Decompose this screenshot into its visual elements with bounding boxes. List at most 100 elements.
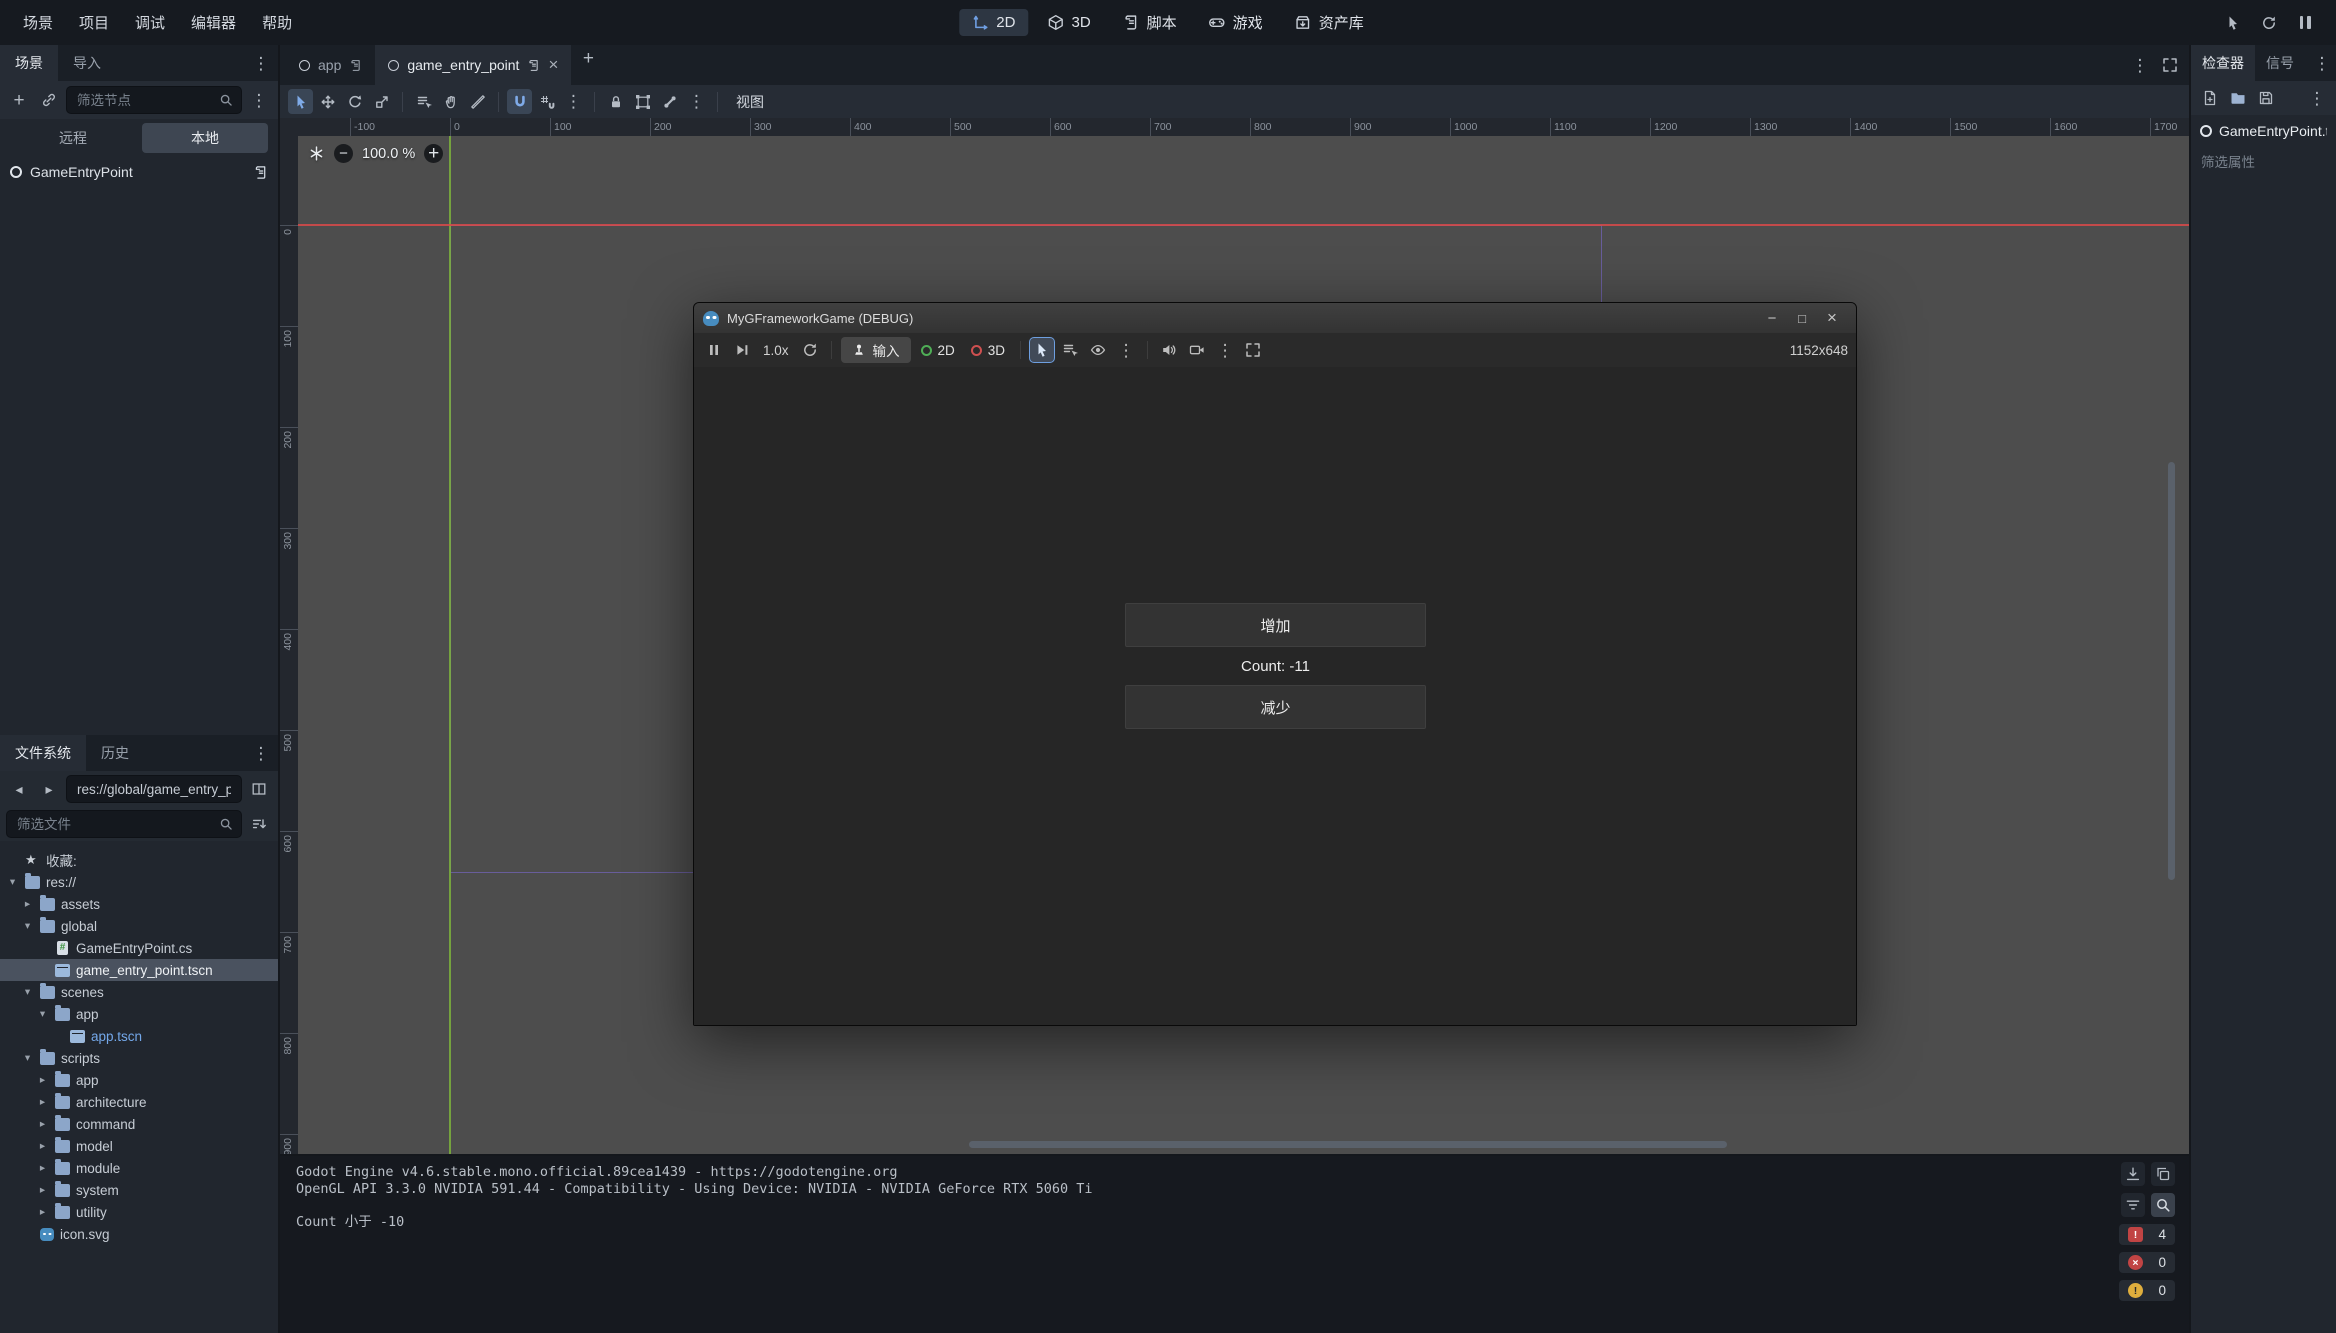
close-tab-button[interactable] (548, 55, 558, 75)
debug-2d-toggle[interactable]: 2D (915, 343, 961, 358)
resource-extra-button[interactable] (2304, 85, 2330, 111)
center-view-icon[interactable] (308, 145, 325, 162)
time-scale-label[interactable]: 1.0x (763, 343, 789, 358)
camera-override-button[interactable] (1185, 338, 1209, 362)
file-tree-item[interactable]: ▾ global (0, 915, 278, 937)
filter-nodes-input[interactable] (75, 92, 213, 109)
visibility-button[interactable] (1086, 338, 1110, 362)
file-tree-item[interactable]: GameEntryPoint.cs (0, 937, 278, 959)
filesystem-dock-menu-button[interactable] (248, 740, 274, 766)
rotate-tool-button[interactable] (342, 89, 367, 114)
menu-item[interactable]: 帮助 (249, 6, 305, 39)
minimize-button[interactable] (1757, 306, 1787, 330)
move-tool-button[interactable] (315, 89, 340, 114)
zoom-in-button[interactable] (424, 144, 443, 163)
scene-dock-menu-button[interactable] (248, 50, 274, 76)
node-list-button[interactable] (1058, 338, 1082, 362)
path-input[interactable] (75, 781, 233, 798)
restart-game-button[interactable] (2256, 10, 2282, 36)
tree-expand-arrow[interactable]: ▸ (36, 1096, 49, 1108)
increase-button[interactable]: 增加 (1125, 603, 1426, 647)
tab-list-menu-button[interactable] (2127, 52, 2153, 78)
filter-messages-button[interactable] (2121, 1193, 2145, 1217)
file-tree-item[interactable]: ▸ command (0, 1113, 278, 1135)
menu-item[interactable]: 编辑器 (178, 6, 249, 39)
save-log-button[interactable] (2121, 1162, 2145, 1186)
tree-expand-arrow[interactable]: ▸ (36, 1118, 49, 1130)
menu-item[interactable]: 项目 (66, 6, 122, 39)
sort-files-button[interactable] (246, 811, 272, 837)
select-tool-button[interactable] (288, 89, 313, 114)
view-menu-button[interactable]: 视图 (726, 88, 774, 116)
inspector-dock-menu-button[interactable] (2312, 50, 2332, 76)
tab-filesystem[interactable]: 文件系统 (0, 735, 86, 771)
skeleton-options-button[interactable] (684, 89, 709, 114)
file-tree-item[interactable]: ▸ utility (0, 1201, 278, 1223)
file-tree-item[interactable]: 收藏: (0, 849, 278, 871)
tree-expand-arrow[interactable]: ▸ (36, 1162, 49, 1174)
tab-history[interactable]: 历史 (86, 735, 144, 771)
pause-game-button[interactable] (2292, 10, 2318, 36)
attached-script-icon[interactable] (253, 165, 268, 180)
pan-tool-button[interactable] (438, 89, 463, 114)
canvas-vertical-scrollbar[interactable] (2168, 462, 2175, 880)
file-tree-item[interactable]: ▾ scripts (0, 1047, 278, 1069)
tree-expand-arrow[interactable]: ▾ (21, 1052, 34, 1064)
tab-import[interactable]: 导入 (58, 45, 116, 81)
debugger-badge[interactable]: ! 4 (2119, 1224, 2175, 1245)
file-tree-item[interactable]: ▸ module (0, 1157, 278, 1179)
tree-expand-arrow[interactable]: ▸ (36, 1140, 49, 1152)
skeleton-button[interactable] (657, 89, 682, 114)
group-node-button[interactable] (630, 89, 655, 114)
workspace-script[interactable]: 脚本 (1110, 7, 1190, 38)
game-window-titlebar[interactable]: MyGFrameworkGame (DEBUG) (694, 303, 1856, 333)
search-log-button[interactable] (2151, 1193, 2175, 1217)
smart-snap-toggle[interactable] (507, 89, 532, 114)
split-view-button[interactable] (246, 776, 272, 802)
list-select-button[interactable] (411, 89, 436, 114)
scene-filter-menu-button[interactable] (246, 87, 272, 113)
next-frame-button[interactable] (730, 338, 754, 362)
workspace-assetlib[interactable]: 资产库 (1282, 7, 1377, 38)
warnings-badge[interactable]: ! 0 (2119, 1280, 2175, 1301)
workspace-2d[interactable]: 2D (959, 9, 1028, 36)
tree-expand-arrow[interactable]: ▾ (21, 920, 34, 932)
tree-expand-arrow[interactable]: ▸ (36, 1206, 49, 1218)
file-tree-item[interactable]: ▸ assets (0, 893, 278, 915)
tab-scene[interactable]: 场景 (0, 45, 58, 81)
nav-forward-button[interactable] (36, 776, 62, 802)
errors-badge[interactable]: × 0 (2119, 1252, 2175, 1273)
game-focus-cursor-button[interactable] (2220, 10, 2246, 36)
mute-audio-button[interactable] (1157, 338, 1181, 362)
file-tree-item[interactable]: ▸ architecture (0, 1091, 278, 1113)
filter-files-field[interactable] (6, 810, 242, 838)
tree-expand-arrow[interactable]: ▾ (21, 986, 34, 998)
pause-button[interactable] (702, 338, 726, 362)
distraction-free-button[interactable] (2157, 52, 2183, 78)
debug-3d-toggle[interactable]: 3D (965, 343, 1011, 358)
decrease-button[interactable]: 减少 (1125, 685, 1426, 729)
add-node-button[interactable] (6, 87, 32, 113)
zoom-out-button[interactable] (334, 144, 353, 163)
filter-properties-field[interactable]: 筛选属性 (2191, 147, 2336, 175)
file-tree-item[interactable]: game_entry_point.tscn (0, 959, 278, 981)
new-resource-button[interactable] (2197, 85, 2223, 111)
file-tree-item[interactable]: app.tscn (0, 1025, 278, 1047)
new-scene-tab-button[interactable] (575, 45, 601, 71)
copy-log-button[interactable] (2151, 1162, 2175, 1186)
filter-nodes-field[interactable] (66, 86, 242, 114)
zoom-level[interactable]: 100.0 % (362, 146, 415, 162)
tree-expand-arrow[interactable]: ▸ (21, 898, 34, 910)
camera-options-button[interactable] (1213, 338, 1237, 362)
scene-tree-root-node[interactable]: GameEntryPoint (0, 157, 278, 187)
save-resource-button[interactable] (2253, 85, 2279, 111)
instance-scene-button[interactable] (36, 87, 62, 113)
filter-files-input[interactable] (15, 816, 213, 833)
restart-button[interactable] (798, 338, 822, 362)
load-resource-button[interactable] (2225, 85, 2251, 111)
local-button[interactable]: 本地 (142, 123, 268, 153)
file-tree-item[interactable]: icon.svg (0, 1223, 278, 1245)
select-mode-button[interactable] (1030, 338, 1054, 362)
tree-expand-arrow[interactable]: ▾ (6, 876, 19, 888)
file-tree-item[interactable]: ▸ model (0, 1135, 278, 1157)
